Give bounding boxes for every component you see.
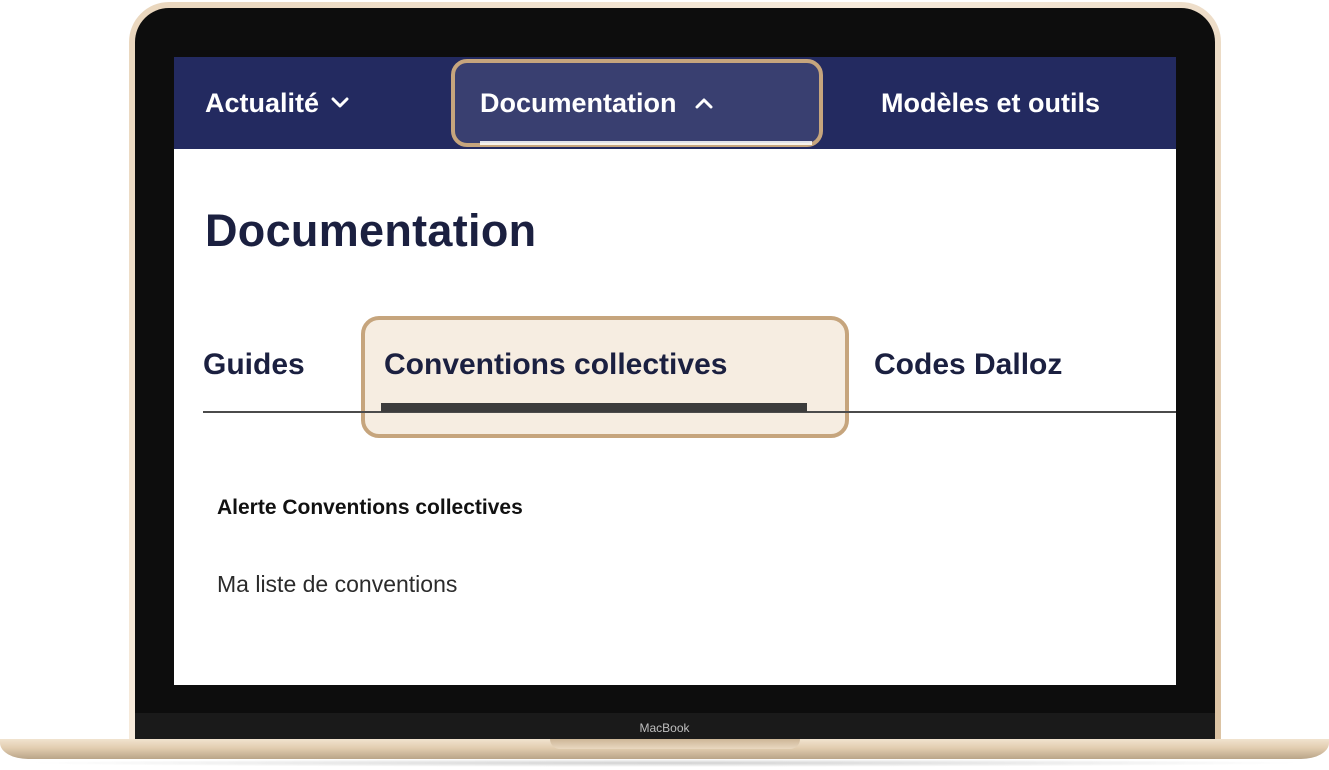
tab-codes-dalloz[interactable]: Codes Dalloz bbox=[874, 348, 1062, 382]
nav-item-label: Documentation bbox=[480, 87, 677, 118]
nav-item-label: Actualité bbox=[205, 87, 320, 118]
laptop-shadow bbox=[20, 759, 1309, 767]
tab-conventions-collectives[interactable]: Conventions collectives bbox=[384, 348, 727, 382]
nav-active-underline bbox=[480, 141, 812, 145]
alert-conventions-heading[interactable]: Alerte Conventions collectives bbox=[217, 496, 523, 520]
nav-item-label: Modèles et outils bbox=[881, 87, 1101, 118]
top-navigation: Actualité Documentation Modèles et outil… bbox=[174, 57, 1176, 149]
tab-active-underline bbox=[381, 403, 807, 412]
nav-item-modeles-et-outils[interactable]: Modèles et outils bbox=[881, 57, 1100, 149]
laptop-brand-label: MacBook bbox=[639, 721, 690, 735]
chevron-down-icon bbox=[331, 92, 349, 115]
screen: Actualité Documentation Modèles et outil… bbox=[174, 57, 1176, 685]
nav-item-documentation[interactable]: Documentation bbox=[480, 57, 713, 149]
conventions-list-link[interactable]: Ma liste de conventions bbox=[217, 571, 457, 598]
nav-item-actualite[interactable]: Actualité bbox=[205, 57, 349, 149]
tab-guides[interactable]: Guides bbox=[203, 348, 305, 382]
laptop-hinge-notch bbox=[550, 739, 800, 749]
chevron-up-icon bbox=[695, 92, 713, 115]
page-title: Documentation bbox=[205, 205, 537, 256]
